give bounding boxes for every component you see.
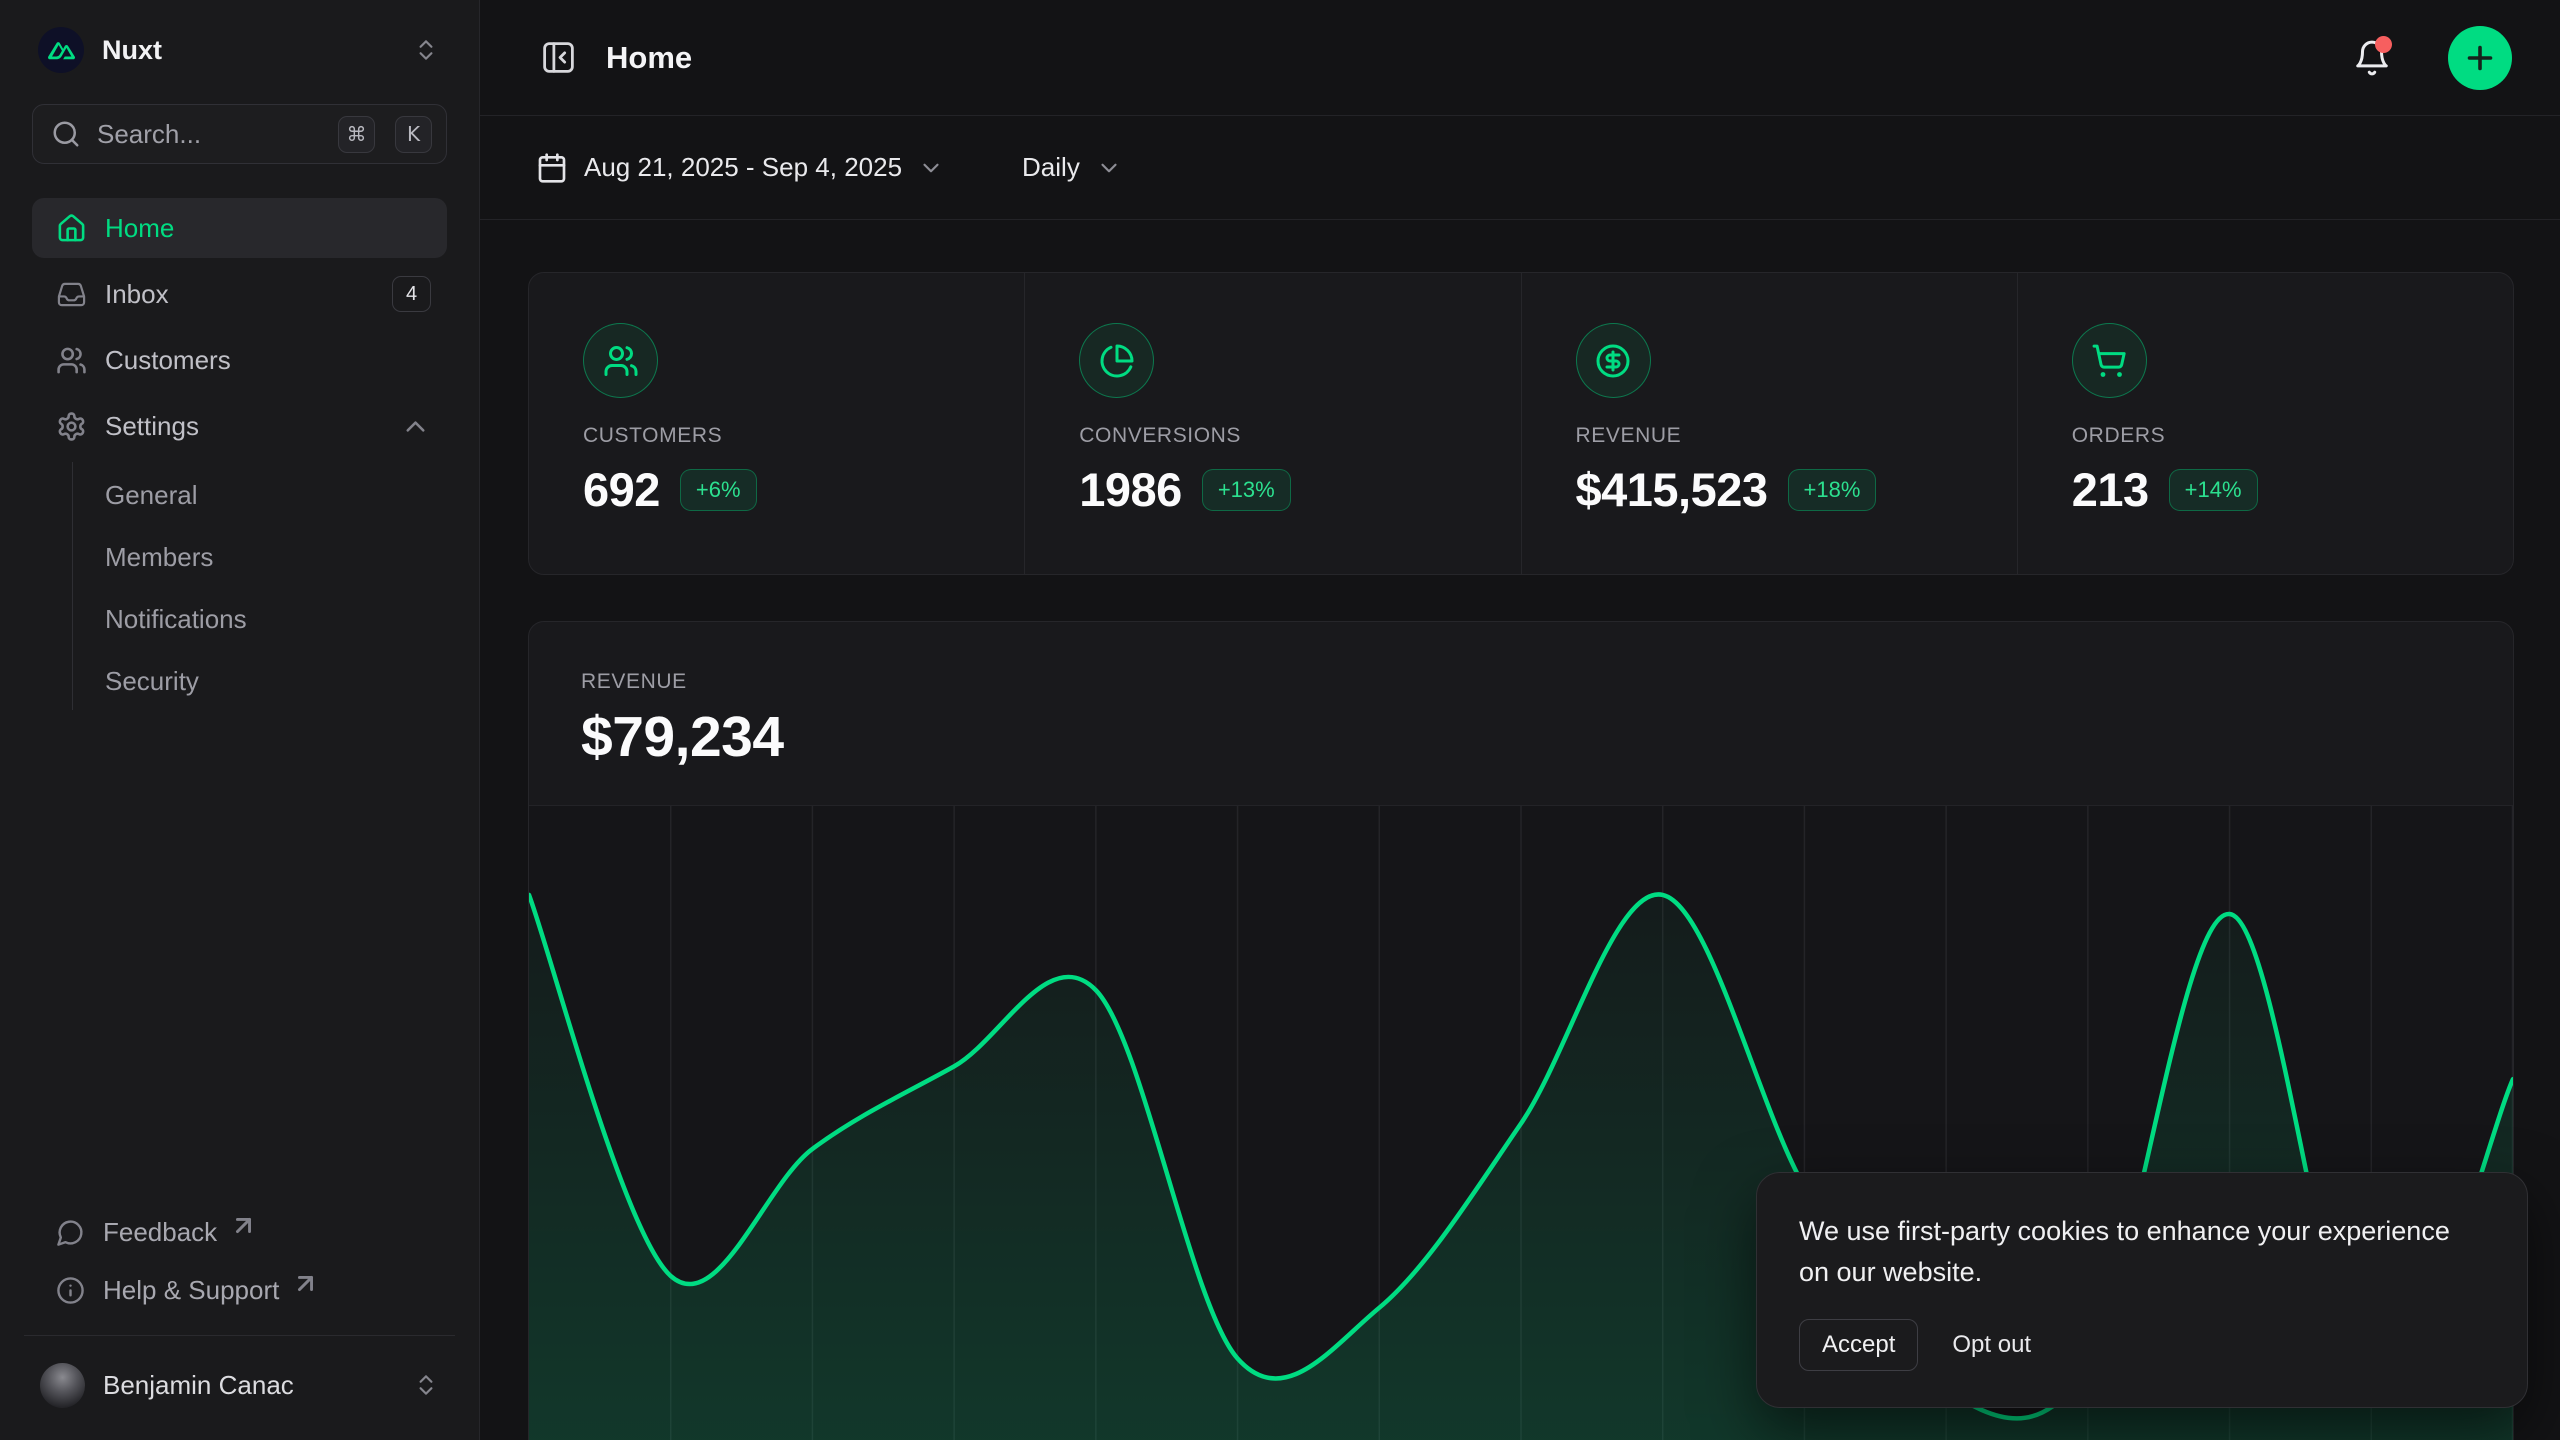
cookie-actions: Accept Opt out bbox=[1799, 1319, 2485, 1371]
pie-chart-icon bbox=[1099, 343, 1135, 379]
user-menu[interactable]: Benjamin Canac bbox=[32, 1350, 447, 1420]
sidebar-item-home[interactable]: Home bbox=[32, 198, 447, 258]
stat-icon-circle bbox=[583, 323, 658, 398]
sidebar-divider bbox=[24, 1335, 455, 1336]
sidebar-item-customers[interactable]: Customers bbox=[32, 330, 447, 390]
shopping-cart-icon bbox=[2091, 343, 2127, 379]
stat-delta-badge: +18% bbox=[1788, 469, 1877, 511]
stat-value: 1986 bbox=[1079, 462, 1182, 517]
granularity-value: Daily bbox=[1022, 152, 1080, 183]
stat-conversions[interactable]: CONVERSIONS 1986 +13% bbox=[1024, 273, 1520, 574]
stat-icon-circle bbox=[1079, 323, 1154, 398]
stat-value: 213 bbox=[2072, 462, 2149, 517]
stat-revenue[interactable]: REVENUE $415,523 +18% bbox=[1521, 273, 2017, 574]
chat-bubble-icon bbox=[56, 1218, 85, 1247]
stat-label: ORDERS bbox=[2072, 424, 2513, 448]
help-support-link[interactable]: Help & Support bbox=[32, 1261, 447, 1319]
gear-icon bbox=[56, 411, 87, 442]
plus-icon bbox=[2462, 40, 2498, 76]
external-link-icon bbox=[291, 1269, 320, 1298]
sidebar-item-label: Inbox bbox=[105, 279, 374, 310]
chevron-up-icon bbox=[400, 411, 431, 442]
chevrons-up-down-icon bbox=[413, 1372, 439, 1398]
stat-customers[interactable]: CUSTOMERS 692 +6% bbox=[529, 273, 1024, 574]
nuxt-logo-icon bbox=[38, 27, 84, 73]
sidebar-spacer bbox=[32, 710, 447, 1203]
sidebar-item-notifications[interactable]: Notifications bbox=[73, 590, 447, 648]
granularity-select[interactable]: Daily bbox=[1022, 152, 1122, 183]
sidebar: Nuxt Search... ⌘ K Home Inbox 4 Customer… bbox=[0, 0, 480, 1440]
notification-dot bbox=[2375, 36, 2392, 53]
stat-label: CUSTOMERS bbox=[583, 424, 1024, 448]
opt-out-button[interactable]: Opt out bbox=[1952, 1320, 2031, 1370]
sidebar-nav: Home Inbox 4 Customers Settings General … bbox=[32, 198, 447, 710]
panel-left-close-icon bbox=[540, 39, 577, 76]
sidebar-item-inbox[interactable]: Inbox 4 bbox=[32, 264, 447, 324]
date-range-picker[interactable]: Aug 21, 2025 - Sep 4, 2025 bbox=[536, 152, 944, 184]
search-icon bbox=[51, 119, 81, 149]
kbd-command: ⌘ bbox=[338, 116, 375, 153]
stat-delta-badge: +6% bbox=[680, 469, 757, 511]
sidebar-item-label: Settings bbox=[105, 411, 382, 442]
search-input[interactable]: Search... ⌘ K bbox=[32, 104, 447, 164]
revenue-panel-label: REVENUE bbox=[581, 670, 2513, 694]
stat-label: REVENUE bbox=[1576, 424, 2017, 448]
sidebar-toggle-button[interactable] bbox=[536, 36, 580, 80]
sidebar-item-security[interactable]: Security bbox=[73, 652, 447, 710]
cookie-message: We use first-party cookies to enhance yo… bbox=[1799, 1211, 2485, 1293]
page-header: Home bbox=[480, 0, 2560, 116]
date-range-value: Aug 21, 2025 - Sep 4, 2025 bbox=[584, 152, 902, 183]
revenue-panel-header: REVENUE $79,234 bbox=[529, 622, 2513, 805]
add-button[interactable] bbox=[2448, 26, 2512, 90]
stat-value: 692 bbox=[583, 462, 660, 517]
sidebar-item-label: Home bbox=[105, 213, 431, 244]
users-icon bbox=[56, 345, 87, 376]
home-icon bbox=[56, 213, 87, 244]
stat-label: CONVERSIONS bbox=[1079, 424, 1520, 448]
stat-delta-badge: +13% bbox=[1202, 469, 1291, 511]
stat-icon-circle bbox=[2072, 323, 2147, 398]
sidebar-item-settings[interactable]: Settings bbox=[32, 396, 447, 456]
help-support-label: Help & Support bbox=[103, 1275, 279, 1306]
chevrons-up-down-icon bbox=[413, 37, 439, 63]
circle-dollar-icon bbox=[1595, 343, 1631, 379]
kbd-k: K bbox=[395, 116, 432, 153]
feedback-link[interactable]: Feedback bbox=[32, 1203, 447, 1261]
inbox-count-badge: 4 bbox=[392, 276, 431, 312]
stat-orders[interactable]: ORDERS 213 +14% bbox=[2017, 273, 2513, 574]
cookie-banner: We use first-party cookies to enhance yo… bbox=[1756, 1172, 2528, 1408]
sidebar-item-label: Customers bbox=[105, 345, 431, 376]
workspace-name: Nuxt bbox=[102, 35, 395, 66]
workspace-switcher[interactable]: Nuxt bbox=[32, 22, 447, 78]
chevron-down-icon bbox=[1096, 155, 1122, 181]
search-placeholder: Search... bbox=[97, 119, 318, 150]
calendar-icon bbox=[536, 152, 568, 184]
revenue-panel-value: $79,234 bbox=[581, 704, 2513, 770]
inbox-icon bbox=[56, 279, 87, 310]
page-title: Home bbox=[606, 40, 2320, 76]
info-circle-icon bbox=[56, 1276, 85, 1305]
sidebar-item-members[interactable]: Members bbox=[73, 528, 447, 586]
feedback-label: Feedback bbox=[103, 1217, 217, 1248]
accept-button[interactable]: Accept bbox=[1799, 1319, 1918, 1371]
external-link-icon bbox=[229, 1211, 258, 1240]
users-icon bbox=[603, 343, 639, 379]
avatar bbox=[40, 1363, 85, 1408]
settings-sub-list: General Members Notifications Security bbox=[72, 462, 447, 710]
sidebar-item-general[interactable]: General bbox=[73, 466, 447, 524]
user-name: Benjamin Canac bbox=[103, 1370, 395, 1401]
stat-value: $415,523 bbox=[1576, 462, 1768, 517]
stat-delta-badge: +14% bbox=[2169, 469, 2258, 511]
notifications-button[interactable] bbox=[2346, 32, 2398, 84]
stat-icon-circle bbox=[1576, 323, 1651, 398]
stats-row: CUSTOMERS 692 +6% CONVERSIONS 1986 +13% bbox=[528, 272, 2514, 575]
chevron-down-icon bbox=[918, 155, 944, 181]
filter-toolbar: Aug 21, 2025 - Sep 4, 2025 Daily bbox=[480, 116, 2560, 220]
